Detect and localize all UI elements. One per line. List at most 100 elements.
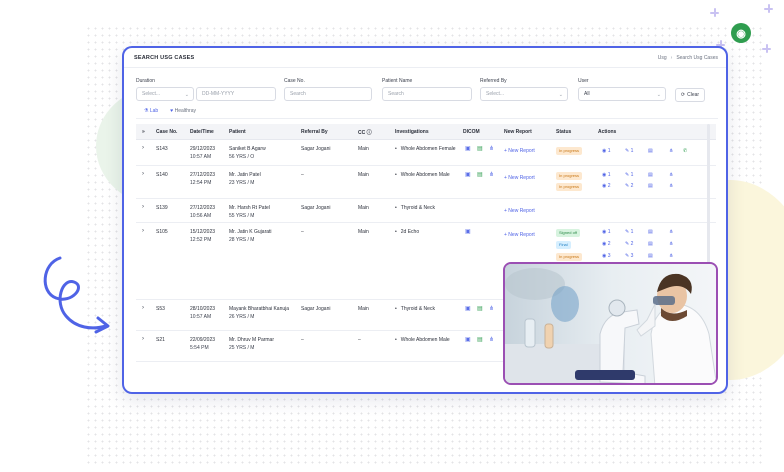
image-viewer-icon[interactable]: ▣ xyxy=(465,145,471,153)
breadcrumb-item-usg[interactable]: Usg xyxy=(658,55,667,61)
share-icon[interactable]: ⋔ xyxy=(669,182,673,190)
table-row[interactable]: › S143 29/12/2023 10:57 AM Saniket B Aga… xyxy=(136,140,716,166)
new-report-link[interactable]: + New Report xyxy=(504,207,535,215)
case-no: S53 xyxy=(156,306,165,312)
duration-select[interactable]: Select... ⌄ xyxy=(136,87,194,101)
table-header: » Case No. Date/Time Patient Referral By… xyxy=(136,124,716,140)
referred-by-label: Referred By xyxy=(480,78,507,84)
whatsapp-icon[interactable]: ✆ xyxy=(683,147,687,155)
document-icon[interactable]: ▤ xyxy=(648,147,653,155)
referral-by: Sagar Jogani xyxy=(301,146,331,152)
new-report-link[interactable]: + New Report xyxy=(504,174,535,182)
view-count[interactable]: ◉ 3 xyxy=(602,252,611,260)
investigation-item: Whole Abdomen Male xyxy=(395,171,450,179)
chevron-right-icon[interactable]: › xyxy=(142,145,144,151)
patient-name-input[interactable]: Search xyxy=(382,87,472,101)
referred-by-select[interactable]: Select... ⌄ xyxy=(480,87,568,101)
file-icon[interactable]: ▤ xyxy=(477,145,483,153)
referral-by: Sagar Jogani xyxy=(301,205,331,211)
lab-scientist-photo xyxy=(503,262,718,385)
case-time: 5:54 PM xyxy=(190,345,209,351)
table-row[interactable]: › S140 27/12/2023 12:54 PM Mr. Jatin Pat… xyxy=(136,166,716,199)
share-icon[interactable]: ⋔ xyxy=(669,240,673,248)
document-icon[interactable]: ▤ xyxy=(648,228,653,236)
file-icon[interactable]: ▤ xyxy=(477,171,483,179)
image-viewer-icon[interactable]: ▣ xyxy=(465,336,471,344)
share-icon[interactable]: ⋔ xyxy=(669,228,673,236)
share-icon[interactable]: ⋔ xyxy=(489,171,494,179)
share-icon[interactable]: ⋔ xyxy=(669,171,673,179)
edit-count[interactable]: ✎ 1 xyxy=(625,228,633,236)
file-icon[interactable]: ▤ xyxy=(477,305,483,313)
edit-count[interactable]: ✎ 3 xyxy=(625,252,633,260)
new-report-link[interactable]: + New Report xyxy=(504,147,535,155)
view-count[interactable]: ◉ 2 xyxy=(602,240,611,248)
case-time: 10:56 AM xyxy=(190,213,212,219)
document-icon[interactable]: ▤ xyxy=(648,240,653,248)
referral-by: – xyxy=(301,172,304,178)
case-no-label: Case No. xyxy=(284,78,305,84)
image-viewer-icon[interactable]: ▣ xyxy=(465,305,471,313)
expand-all-icon[interactable]: » xyxy=(142,129,145,135)
share-icon[interactable]: ⋔ xyxy=(489,305,494,313)
edit-count[interactable]: ✎ 2 xyxy=(625,182,633,190)
view-count[interactable]: ◉ 2 xyxy=(602,182,611,190)
case-time: 10:57 AM xyxy=(190,154,212,160)
document-icon[interactable]: ▤ xyxy=(648,252,653,260)
view-count[interactable]: ◉ 1 xyxy=(602,228,611,236)
patient-info: 28 YRS / M xyxy=(229,237,255,243)
brand-logo-icon: ◉ xyxy=(731,23,751,43)
share-icon[interactable]: ⋔ xyxy=(669,147,673,155)
investigation-item: Whole Abdomen Male xyxy=(395,336,450,344)
user-select[interactable]: All ⌄ xyxy=(578,87,666,101)
pencil-icon: ✎ xyxy=(625,241,630,247)
new-report-link[interactable]: + New Report xyxy=(504,231,535,239)
date-input[interactable]: DD-MM-YYYY xyxy=(196,87,276,101)
view-count[interactable]: ◉ 1 xyxy=(602,147,611,155)
document-icon[interactable]: ▤ xyxy=(648,182,653,190)
cc-value: – xyxy=(358,337,361,343)
investigation-item: Thyroid & Neck xyxy=(395,305,435,313)
case-no: S140 xyxy=(156,172,168,178)
chevron-down-icon: ⌄ xyxy=(656,92,661,98)
image-viewer-icon[interactable]: ▣ xyxy=(465,228,471,236)
edit-count[interactable]: ✎ 1 xyxy=(625,171,633,179)
eye-icon: ◉ xyxy=(602,229,607,235)
edit-count[interactable]: ✎ 1 xyxy=(625,147,633,155)
page-title: SEARCH USG CASES xyxy=(134,54,195,61)
patient-info: 23 YRS / M xyxy=(229,180,255,186)
eye-icon: ◉ xyxy=(602,241,607,247)
edit-count[interactable]: ✎ 2 xyxy=(625,240,633,248)
share-icon[interactable]: ⋔ xyxy=(489,336,494,344)
duration-label: Duration xyxy=(136,78,155,84)
chevron-right-icon[interactable]: › xyxy=(142,336,144,342)
pencil-icon: ✎ xyxy=(625,253,630,259)
document-icon[interactable]: ▤ xyxy=(648,171,653,179)
chevron-right-icon[interactable]: › xyxy=(142,171,144,177)
breadcrumb: Usg › Search Usg Cases xyxy=(657,54,718,61)
chevron-right-icon[interactable]: › xyxy=(142,305,144,311)
chevron-right-icon[interactable]: › xyxy=(142,204,144,210)
clear-button[interactable]: ⟳ Clear xyxy=(675,88,705,102)
investigation-item: 2d Echo xyxy=(395,228,419,236)
share-icon[interactable]: ⋔ xyxy=(669,252,673,260)
case-no-input[interactable]: Search xyxy=(284,87,372,101)
status-badge: Final xyxy=(556,241,571,249)
table-row[interactable]: › S139 27/12/2023 10:56 AM Mr. Harsh Rt … xyxy=(136,199,716,223)
pencil-icon: ✎ xyxy=(625,148,630,154)
col-actions: Actions xyxy=(598,129,617,135)
page-header: SEARCH USG CASES Usg › Search Usg Cases xyxy=(124,48,726,68)
share-icon[interactable]: ⋔ xyxy=(489,145,494,153)
chevron-right-icon[interactable]: › xyxy=(142,228,144,234)
image-viewer-icon[interactable]: ▣ xyxy=(465,171,471,179)
referral-by: – xyxy=(301,229,304,235)
case-time: 12:52 PM xyxy=(190,237,212,243)
status-badge: In progress xyxy=(556,183,583,191)
eye-icon: ◉ xyxy=(602,253,607,259)
cc-value: Main xyxy=(358,229,369,235)
patient-info: 56 YRS / O xyxy=(229,154,255,160)
file-icon[interactable]: ▤ xyxy=(477,336,483,344)
view-count[interactable]: ◉ 1 xyxy=(602,171,611,179)
refresh-icon: ⟳ xyxy=(680,92,686,98)
pencil-icon: ✎ xyxy=(625,229,630,235)
